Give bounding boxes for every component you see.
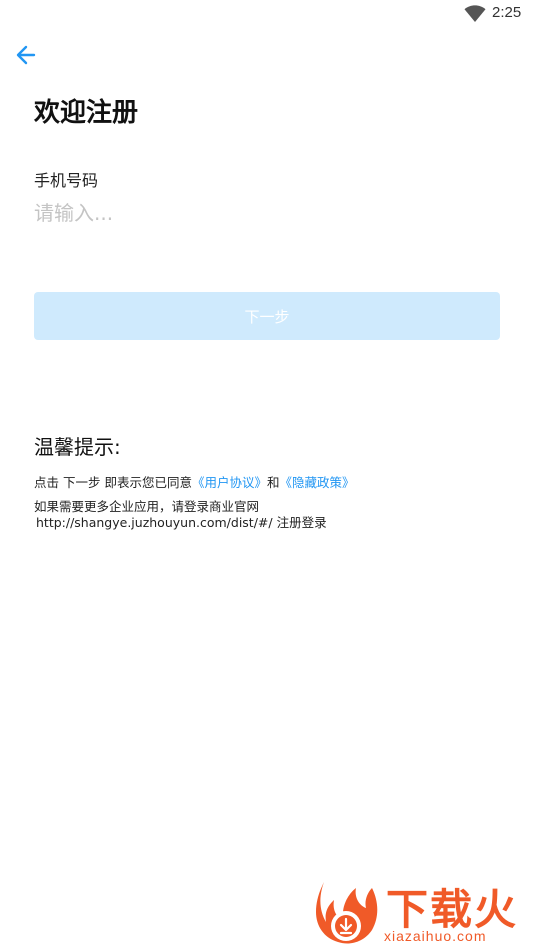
back-button[interactable] bbox=[12, 40, 42, 70]
wifi-icon bbox=[464, 5, 486, 22]
agreement-and: 和 bbox=[266, 475, 280, 490]
watermark-logo: 下载火 xiazaihuo.com bbox=[314, 876, 534, 949]
arrow-left-icon bbox=[16, 45, 36, 65]
tips-title: 温馨提示: bbox=[34, 435, 121, 459]
privacy-policy-link[interactable]: 《隐藏政策》 bbox=[279, 475, 354, 490]
user-agreement-link[interactable]: 《用户协议》 bbox=[192, 475, 267, 490]
status-bar: 2:25 bbox=[0, 0, 534, 28]
status-time: 2:25 bbox=[492, 4, 522, 21]
agreement-prefix: 点击 下一步 即表示您已同意 bbox=[34, 475, 192, 490]
next-button[interactable]: 下一步 bbox=[34, 292, 500, 340]
agreement-text: 点击 下一步 即表示您已同意《用户协议》和《隐藏政策》 bbox=[34, 472, 355, 491]
enterprise-url: http://shangye.juzhouyun.com/dist/#/ 注册登… bbox=[36, 515, 327, 530]
watermark-domain: xiazaihuo.com bbox=[384, 928, 487, 944]
phone-label: 手机号码 bbox=[34, 171, 99, 190]
phone-input[interactable] bbox=[34, 196, 500, 230]
page-title: 欢迎注册 bbox=[34, 98, 139, 128]
flame-download-icon bbox=[316, 882, 378, 944]
